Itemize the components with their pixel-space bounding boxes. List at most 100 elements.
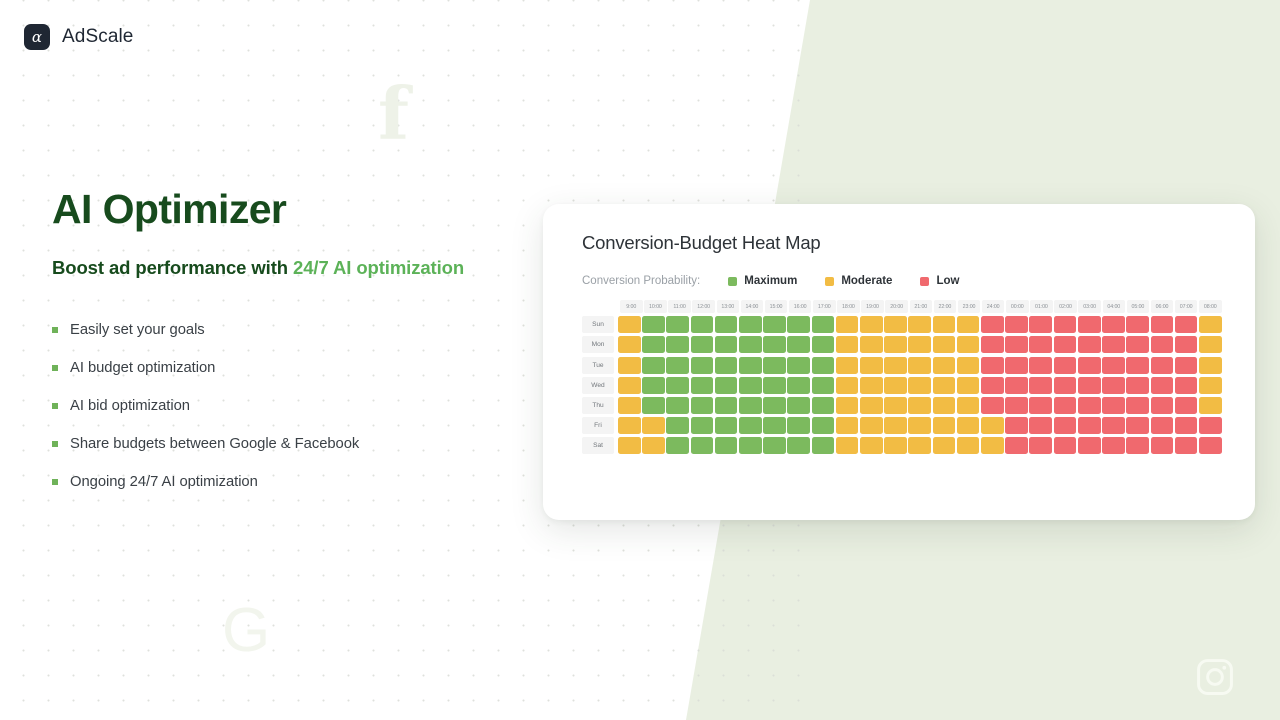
heatmap-cell[interactable] <box>860 357 883 374</box>
heatmap-cell[interactable] <box>1078 316 1101 333</box>
heatmap-cell[interactable] <box>836 316 859 333</box>
heatmap-cell[interactable] <box>739 336 762 353</box>
heatmap-cell[interactable] <box>1199 417 1222 434</box>
heatmap-cell[interactable] <box>1199 316 1222 333</box>
heatmap-cell[interactable] <box>1199 377 1222 394</box>
heatmap-cell[interactable] <box>763 417 786 434</box>
heatmap-cell[interactable] <box>1078 397 1101 414</box>
heatmap-cell[interactable] <box>1078 437 1101 454</box>
heatmap-cell[interactable] <box>691 336 714 353</box>
heatmap-cell[interactable] <box>812 437 835 454</box>
heatmap-cell[interactable] <box>1151 417 1174 434</box>
heatmap-cell[interactable] <box>933 316 956 333</box>
heatmap-cell[interactable] <box>1102 417 1125 434</box>
heatmap-cell[interactable] <box>787 377 810 394</box>
heatmap-cell[interactable] <box>981 377 1004 394</box>
heatmap-cell[interactable] <box>860 377 883 394</box>
heatmap-cell[interactable] <box>691 377 714 394</box>
heatmap-cell[interactable] <box>1005 316 1028 333</box>
heatmap-cell[interactable] <box>715 377 738 394</box>
heatmap-cell[interactable] <box>666 357 689 374</box>
heatmap-cell[interactable] <box>1005 437 1028 454</box>
heatmap-cell[interactable] <box>1054 336 1077 353</box>
heatmap-cell[interactable] <box>1029 437 1052 454</box>
heatmap-cell[interactable] <box>1005 336 1028 353</box>
heatmap-cell[interactable] <box>763 316 786 333</box>
heatmap-cell[interactable] <box>836 377 859 394</box>
heatmap-cell[interactable] <box>642 316 665 333</box>
heatmap-cell[interactable] <box>1126 437 1149 454</box>
heatmap-cell[interactable] <box>836 397 859 414</box>
heatmap-cell[interactable] <box>1005 357 1028 374</box>
heatmap-cell[interactable] <box>1029 417 1052 434</box>
heatmap-cell[interactable] <box>618 357 641 374</box>
heatmap-cell[interactable] <box>1175 336 1198 353</box>
heatmap-cell[interactable] <box>739 377 762 394</box>
heatmap-cell[interactable] <box>1102 397 1125 414</box>
heatmap-cell[interactable] <box>981 316 1004 333</box>
heatmap-cell[interactable] <box>860 437 883 454</box>
heatmap-cell[interactable] <box>1151 357 1174 374</box>
heatmap-cell[interactable] <box>666 336 689 353</box>
heatmap-cell[interactable] <box>787 437 810 454</box>
heatmap-cell[interactable] <box>1005 377 1028 394</box>
heatmap-cell[interactable] <box>642 397 665 414</box>
heatmap-cell[interactable] <box>1054 417 1077 434</box>
heatmap-cell[interactable] <box>1078 336 1101 353</box>
heatmap-cell[interactable] <box>618 336 641 353</box>
heatmap-cell[interactable] <box>1126 357 1149 374</box>
heatmap-cell[interactable] <box>933 437 956 454</box>
heatmap-cell[interactable] <box>957 316 980 333</box>
heatmap-cell[interactable] <box>1126 377 1149 394</box>
heatmap-cell[interactable] <box>1126 397 1149 414</box>
heatmap-cell[interactable] <box>908 417 931 434</box>
heatmap-cell[interactable] <box>691 417 714 434</box>
heatmap-cell[interactable] <box>1054 377 1077 394</box>
heatmap-cell[interactable] <box>642 336 665 353</box>
heatmap-cell[interactable] <box>618 377 641 394</box>
heatmap-cell[interactable] <box>1151 377 1174 394</box>
heatmap-cell[interactable] <box>1102 357 1125 374</box>
heatmap-cell[interactable] <box>739 357 762 374</box>
heatmap-cell[interactable] <box>1054 357 1077 374</box>
heatmap-cell[interactable] <box>933 417 956 434</box>
heatmap-cell[interactable] <box>1102 336 1125 353</box>
heatmap-cell[interactable] <box>763 357 786 374</box>
heatmap-cell[interactable] <box>836 437 859 454</box>
heatmap-cell[interactable] <box>884 397 907 414</box>
heatmap-cell[interactable] <box>666 377 689 394</box>
heatmap-cell[interactable] <box>957 357 980 374</box>
heatmap-cell[interactable] <box>715 316 738 333</box>
heatmap-cell[interactable] <box>1005 397 1028 414</box>
heatmap-cell[interactable] <box>981 417 1004 434</box>
heatmap-cell[interactable] <box>691 357 714 374</box>
heatmap-cell[interactable] <box>1029 397 1052 414</box>
heatmap-cell[interactable] <box>884 316 907 333</box>
heatmap-cell[interactable] <box>908 397 931 414</box>
heatmap-cell[interactable] <box>1175 417 1198 434</box>
heatmap-cell[interactable] <box>715 336 738 353</box>
heatmap-cell[interactable] <box>1054 316 1077 333</box>
heatmap-cell[interactable] <box>1102 377 1125 394</box>
heatmap-cell[interactable] <box>691 397 714 414</box>
heatmap-cell[interactable] <box>1029 316 1052 333</box>
heatmap-cell[interactable] <box>1029 336 1052 353</box>
heatmap-cell[interactable] <box>642 437 665 454</box>
heatmap-cell[interactable] <box>787 336 810 353</box>
heatmap-cell[interactable] <box>739 397 762 414</box>
heatmap-cell[interactable] <box>812 316 835 333</box>
heatmap-cell[interactable] <box>1151 397 1174 414</box>
heatmap-cell[interactable] <box>908 336 931 353</box>
heatmap-cell[interactable] <box>1151 437 1174 454</box>
heatmap-cell[interactable] <box>666 397 689 414</box>
heatmap-cell[interactable] <box>1126 417 1149 434</box>
heatmap-cell[interactable] <box>1175 377 1198 394</box>
heatmap-cell[interactable] <box>691 437 714 454</box>
heatmap-cell[interactable] <box>884 357 907 374</box>
heatmap-cell[interactable] <box>812 357 835 374</box>
heatmap-cell[interactable] <box>618 437 641 454</box>
heatmap-cell[interactable] <box>1175 397 1198 414</box>
heatmap-cell[interactable] <box>860 336 883 353</box>
heatmap-cell[interactable] <box>739 437 762 454</box>
heatmap-cell[interactable] <box>1126 316 1149 333</box>
